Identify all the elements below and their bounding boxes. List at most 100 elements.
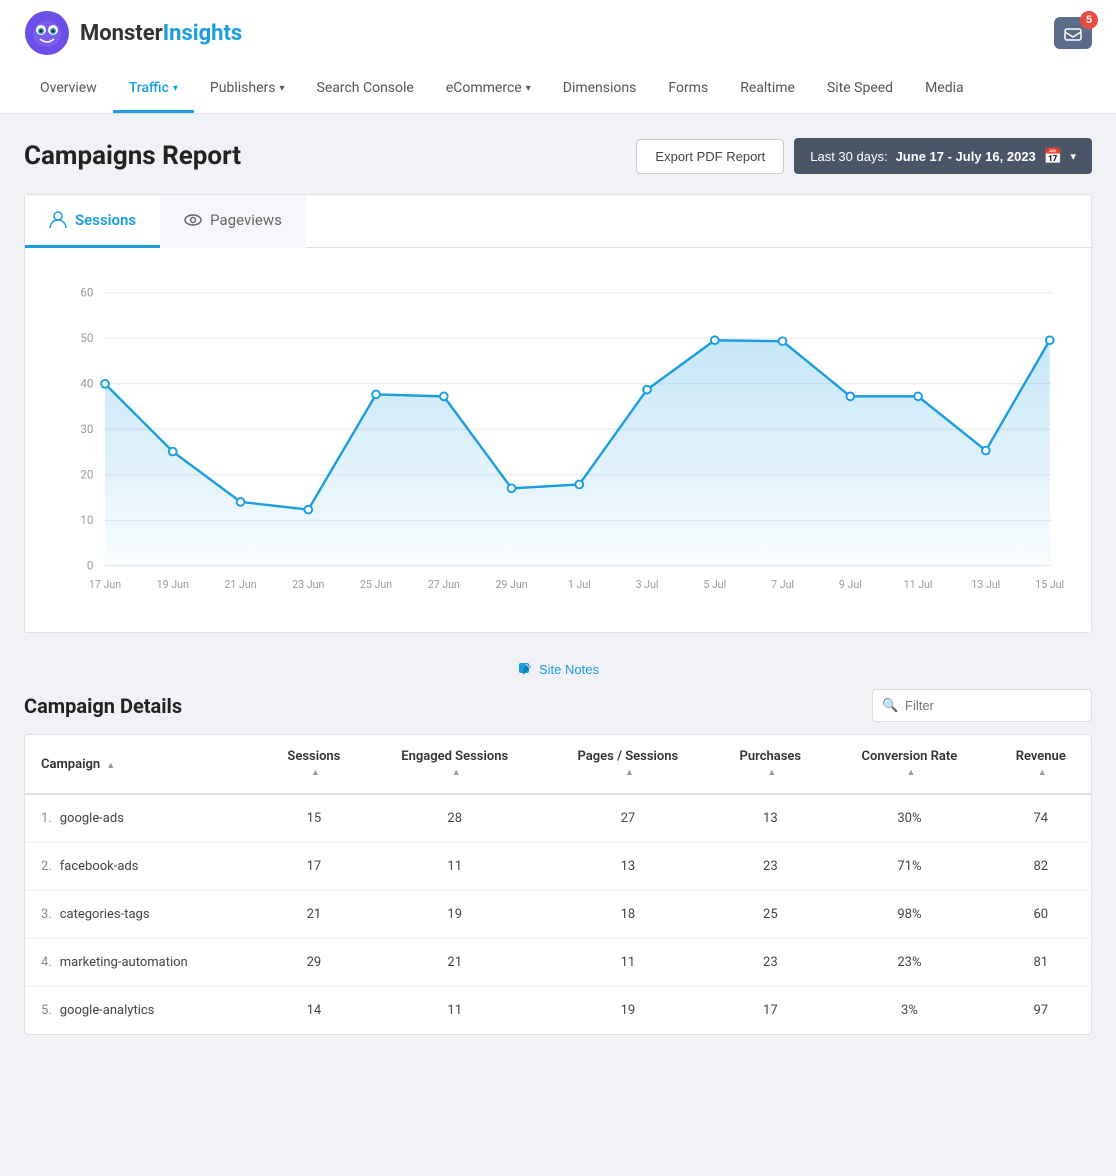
nav-item-media[interactable]: Media bbox=[909, 66, 980, 113]
page-header: Campaigns Report Export PDF Report Last … bbox=[24, 138, 1092, 174]
row-num-1: 2. bbox=[41, 859, 52, 874]
col-purchases: Purchases ▲ bbox=[712, 735, 828, 794]
cell-sessions-0: 15 bbox=[262, 794, 366, 843]
inbox-icon bbox=[1064, 25, 1082, 41]
table-row: 1.google-ads 15 28 27 13 30% 74 bbox=[25, 794, 1091, 843]
svg-text:0: 0 bbox=[87, 559, 94, 573]
site-notes-button[interactable]: Site Notes bbox=[517, 661, 599, 677]
nav-item-ecommerce[interactable]: eCommerce ▾ bbox=[430, 66, 547, 113]
nav-item-search-console[interactable]: Search Console bbox=[301, 66, 430, 113]
col-conversion-label: Conversion Rate bbox=[862, 749, 958, 764]
col-conversion: Conversion Rate ▲ bbox=[828, 735, 990, 794]
cell-campaign-1: 2.facebook-ads bbox=[25, 843, 262, 891]
col-campaign-label: Campaign bbox=[41, 757, 100, 772]
site-notes-label: Site Notes bbox=[539, 662, 599, 677]
chart-point bbox=[237, 498, 245, 506]
sort-icon-purchases[interactable]: ▲ bbox=[767, 768, 776, 778]
person-icon bbox=[49, 211, 67, 229]
chart-point bbox=[846, 393, 854, 401]
cell-sessions-4: 14 bbox=[262, 987, 366, 1035]
nav-item-overview[interactable]: Overview bbox=[24, 66, 113, 113]
col-sessions: Sessions ▲ bbox=[262, 735, 366, 794]
cell-campaign-0: 1.google-ads bbox=[25, 794, 262, 843]
table-row: 3.categories-tags 21 19 18 25 98% 60 bbox=[25, 891, 1091, 939]
sort-icon-conversion[interactable]: ▲ bbox=[906, 768, 915, 778]
table-header-row: Campaign ▲ Sessions ▲ Engaged Sessions ▲… bbox=[25, 735, 1091, 794]
sort-icon-sessions[interactable]: ▲ bbox=[311, 768, 320, 778]
svg-text:11 Jul: 11 Jul bbox=[904, 578, 933, 591]
sort-icon-revenue[interactable]: ▲ bbox=[1038, 768, 1047, 778]
tab-pageviews-label: Pageviews bbox=[210, 211, 282, 229]
export-pdf-button[interactable]: Export PDF Report bbox=[636, 139, 784, 174]
calendar-icon: 📅 bbox=[1044, 147, 1063, 165]
traffic-caret-icon: ▾ bbox=[173, 83, 178, 94]
svg-text:7 Jul: 7 Jul bbox=[771, 578, 794, 591]
chart-point bbox=[982, 447, 990, 455]
svg-text:20: 20 bbox=[80, 468, 93, 482]
svg-text:21 Jun: 21 Jun bbox=[224, 578, 256, 591]
svg-text:5 Jul: 5 Jul bbox=[703, 578, 726, 591]
cell-purchases-4: 17 bbox=[712, 987, 828, 1035]
notification-button[interactable]: 5 bbox=[1054, 17, 1092, 49]
svg-text:40: 40 bbox=[80, 377, 93, 391]
date-range-button[interactable]: Last 30 days: June 17 - July 16, 2023 📅 … bbox=[794, 138, 1092, 174]
nav-item-publishers[interactable]: Publishers ▾ bbox=[194, 66, 301, 113]
cell-sessions-2: 21 bbox=[262, 891, 366, 939]
campaign-table: Campaign ▲ Sessions ▲ Engaged Sessions ▲… bbox=[25, 735, 1091, 1034]
chart-point bbox=[372, 391, 380, 399]
filter-input[interactable] bbox=[872, 689, 1092, 722]
cell-campaign-3: 4.marketing-automation bbox=[25, 939, 262, 987]
sort-icon-pages[interactable]: ▲ bbox=[625, 768, 634, 778]
chart-point bbox=[304, 506, 312, 514]
app-header: MonsterInsights 5 bbox=[0, 0, 1116, 66]
chart-container: Sessions Pageviews bbox=[24, 194, 1092, 633]
sort-icon-engaged[interactable]: ▲ bbox=[452, 768, 461, 778]
col-engaged-label: Engaged Sessions bbox=[401, 749, 508, 764]
row-num-2: 3. bbox=[41, 907, 52, 922]
line-chart: 60 50 40 30 20 10 0 bbox=[45, 268, 1071, 608]
row-num-0: 1. bbox=[41, 811, 52, 826]
nav-item-traffic[interactable]: Traffic ▾ bbox=[113, 66, 194, 113]
sort-icon-campaign[interactable]: ▲ bbox=[106, 761, 115, 771]
col-pages-label: Pages / Sessions bbox=[578, 749, 679, 764]
cell-conversion-3: 23% bbox=[828, 939, 990, 987]
campaign-details-header: Campaign Details 🔍 bbox=[24, 689, 1092, 722]
cell-conversion-0: 30% bbox=[828, 794, 990, 843]
filter-search-icon: 🔍 bbox=[882, 698, 898, 713]
date-caret-icon: ▾ bbox=[1070, 150, 1076, 163]
chart-point bbox=[914, 393, 922, 401]
svg-text:29 Jun: 29 Jun bbox=[495, 578, 527, 591]
cell-engaged-3: 21 bbox=[366, 939, 543, 987]
cell-revenue-1: 82 bbox=[991, 843, 1091, 891]
cell-revenue-0: 74 bbox=[991, 794, 1091, 843]
table-head: Campaign ▲ Sessions ▲ Engaged Sessions ▲… bbox=[25, 735, 1091, 794]
svg-text:10: 10 bbox=[80, 513, 93, 527]
cell-campaign-4: 5.google-analytics bbox=[25, 987, 262, 1035]
nav-item-forms[interactable]: Forms bbox=[652, 66, 724, 113]
nav-item-site-speed[interactable]: Site Speed bbox=[811, 66, 909, 113]
tab-sessions-label: Sessions bbox=[75, 211, 136, 229]
nav-item-realtime[interactable]: Realtime bbox=[724, 66, 811, 113]
cell-pages-3: 11 bbox=[543, 939, 712, 987]
cell-campaign-2: 3.categories-tags bbox=[25, 891, 262, 939]
chart-tabs: Sessions Pageviews bbox=[25, 195, 1091, 248]
row-num-3: 4. bbox=[41, 955, 52, 970]
tab-pageviews[interactable]: Pageviews bbox=[160, 195, 306, 248]
col-campaign: Campaign ▲ bbox=[25, 735, 262, 794]
campaign-table-wrap: Campaign ▲ Sessions ▲ Engaged Sessions ▲… bbox=[24, 734, 1092, 1035]
logo-text: MonsterInsights bbox=[80, 21, 242, 46]
cell-pages-1: 13 bbox=[543, 843, 712, 891]
cell-pages-4: 19 bbox=[543, 987, 712, 1035]
cell-engaged-2: 19 bbox=[366, 891, 543, 939]
main-content: Campaigns Report Export PDF Report Last … bbox=[0, 114, 1116, 1059]
date-prefix: Last 30 days: bbox=[810, 149, 887, 164]
tab-sessions[interactable]: Sessions bbox=[25, 195, 160, 248]
nav-item-dimensions[interactable]: Dimensions bbox=[547, 66, 653, 113]
main-nav: Overview Traffic ▾ Publishers ▾ Search C… bbox=[0, 66, 1116, 114]
cell-conversion-4: 3% bbox=[828, 987, 990, 1035]
cell-revenue-4: 97 bbox=[991, 987, 1091, 1035]
chart-point bbox=[1046, 336, 1054, 344]
cell-purchases-0: 13 bbox=[712, 794, 828, 843]
svg-text:1 Jul: 1 Jul bbox=[568, 578, 591, 591]
svg-text:30: 30 bbox=[80, 422, 93, 436]
